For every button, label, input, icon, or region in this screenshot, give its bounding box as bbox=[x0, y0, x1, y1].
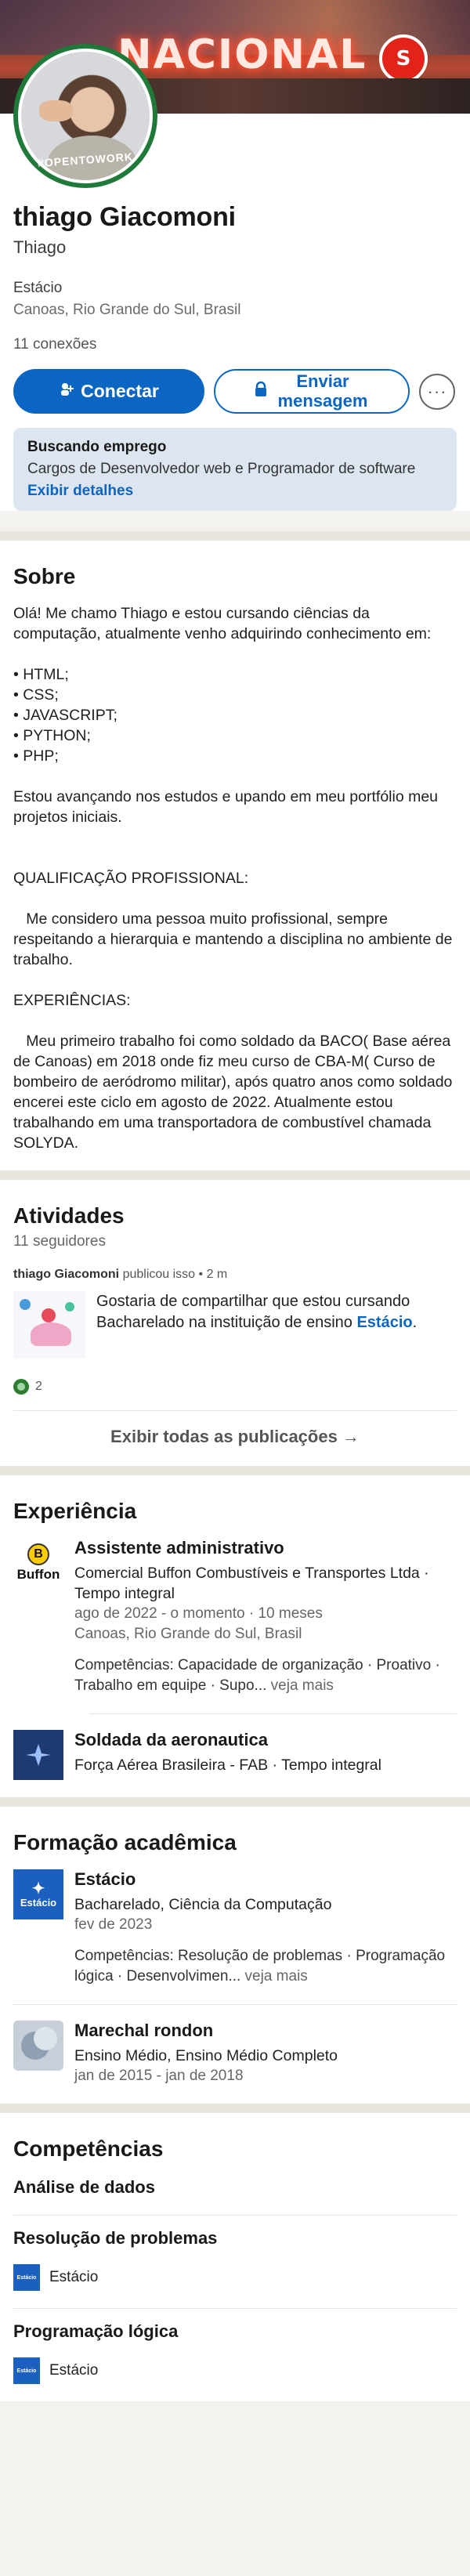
estacio-logo-icon: Estácio bbox=[13, 2357, 40, 2384]
add-person-icon bbox=[59, 381, 74, 402]
education-dates: jan de 2015 - jan de 2018 bbox=[74, 2068, 244, 2084]
post-text: Gostaria de compartilhar que estou cursa… bbox=[96, 1293, 418, 1331]
skills-section: Competências Análise de dados Resolução … bbox=[0, 2113, 470, 2401]
skill-name: Programação lógica bbox=[13, 2321, 179, 2341]
see-more-link[interactable]: veja mais bbox=[240, 1968, 308, 1984]
experience-skills: Competências: Capacidade de organização … bbox=[74, 1657, 440, 1694]
education-dates: fev de 2023 bbox=[74, 1916, 153, 1933]
experience-dates: ago de 2022 - o momento · 10 meses bbox=[74, 1605, 323, 1622]
education-school: Estácio bbox=[74, 1869, 136, 1889]
education-title: Formação acadêmica bbox=[13, 1830, 237, 1854]
show-all-posts-button[interactable]: Exibir todas as publicações → bbox=[13, 1410, 457, 1466]
experience-role: Soldada da aeronautica bbox=[74, 1730, 268, 1749]
education-degree: Bacharelado, Ciência da Computação bbox=[74, 1896, 332, 1913]
experience-item[interactable]: B Buffon Assistente administrativo Comer… bbox=[13, 1538, 457, 1713]
skill-name: Resolução de problemas bbox=[13, 2228, 218, 2248]
skill-source: Estácio Estácio bbox=[13, 2264, 457, 2291]
profile-headline: Thiago bbox=[13, 237, 67, 257]
education-school: Marechal rondon bbox=[74, 2021, 214, 2040]
send-message-button[interactable]: Enviar mensagem bbox=[214, 369, 410, 414]
reaction-count: 2 bbox=[35, 1380, 42, 1393]
estacio-logo-icon: Estácio bbox=[13, 2264, 40, 2291]
skills-title: Competências bbox=[13, 2136, 164, 2161]
cover-sign-text: NACIONAL bbox=[118, 31, 367, 78]
education-section: Formação acadêmica ✦ Estácio Estácio Bac… bbox=[0, 1807, 470, 2104]
club-emblem-icon: S bbox=[379, 34, 428, 83]
buffon-logo-icon: B Buffon bbox=[13, 1538, 63, 1588]
estacio-logo-icon: ✦ Estácio bbox=[13, 1869, 63, 1919]
activity-post[interactable]: Gostaria de compartilhar que estou cursa… bbox=[13, 1291, 457, 1359]
activity-section: Atividades 11 seguidores thiago Giacomon… bbox=[0, 1180, 470, 1466]
fab-logo-icon bbox=[13, 1730, 63, 1780]
experience-location: Canoas, Rio Grande do Sul, Brasil bbox=[74, 1626, 302, 1642]
see-more-link[interactable]: veja mais bbox=[266, 1677, 334, 1694]
post-meta: thiago Giacomoni publicou isso • 2 m bbox=[13, 1268, 457, 1282]
skill-item[interactable]: Resolução de problemas Estácio Estácio bbox=[13, 2216, 457, 2309]
profile-name: thiago Giacomoni bbox=[13, 202, 236, 232]
connections-count[interactable]: 11 conexões bbox=[13, 336, 457, 353]
send-message-label: Enviar mensagem bbox=[277, 371, 368, 411]
skill-source: Estácio Estácio bbox=[13, 2357, 457, 2384]
marechal-logo-icon bbox=[13, 2021, 63, 2071]
lock-icon bbox=[254, 381, 268, 401]
about-text: Olá! Me chamo Thiago e estou cursando ci… bbox=[13, 605, 453, 1152]
experience-section: Experiência B Buffon Assistente administ… bbox=[0, 1475, 470, 1797]
experience-item[interactable]: Soldada da aeronautica Força Aérea Brasi… bbox=[13, 1730, 457, 1797]
reaction-icon bbox=[13, 1379, 29, 1395]
skill-item[interactable]: Análise de dados bbox=[13, 2165, 457, 2216]
skill-name: Análise de dados bbox=[13, 2177, 155, 2197]
post-author[interactable]: thiago Giacomoni bbox=[13, 1268, 119, 1281]
post-reactions[interactable]: 2 bbox=[13, 1379, 457, 1410]
profile-actions: Conectar Enviar mensagem ··· bbox=[13, 369, 457, 428]
post-mention[interactable]: Estácio bbox=[356, 1314, 412, 1331]
post-action: publicou isso • 2 m bbox=[119, 1268, 228, 1281]
more-options-button[interactable]: ··· bbox=[419, 373, 455, 410]
post-thumbnail bbox=[13, 1291, 85, 1359]
job-search-title: Buscando emprego bbox=[27, 439, 167, 455]
education-item[interactable]: Marechal rondon Ensino Médio, Ensino Méd… bbox=[13, 2021, 457, 2104]
about-section: Sobre Olá! Me chamo Thiago e estou cursa… bbox=[0, 541, 470, 1170]
profile-education[interactable]: Estácio bbox=[13, 280, 457, 297]
show-details-link[interactable]: Exibir detalhes bbox=[27, 483, 443, 500]
connect-button[interactable]: Conectar bbox=[13, 369, 204, 414]
experience-role: Assistente administrativo bbox=[74, 1538, 284, 1558]
open-to-work-box[interactable]: Buscando emprego Cargos de Desenvolvedor… bbox=[13, 428, 457, 511]
profile-card: NACIONAL S #OPENTOWORK thiago Giacomoni … bbox=[0, 0, 470, 511]
about-title: Sobre bbox=[13, 564, 76, 588]
job-search-roles: Cargos de Desenvolvedor web e Programado… bbox=[27, 461, 416, 477]
experience-company: Força Aérea Brasileira - FAB · Tempo int… bbox=[74, 1757, 381, 1774]
education-skills: Competências: Resolução de problemas · P… bbox=[74, 1948, 446, 1984]
education-degree: Ensino Médio, Ensino Médio Completo bbox=[74, 2047, 338, 2064]
skill-item[interactable]: Programação lógica Estácio Estácio bbox=[13, 2309, 457, 2401]
experience-title: Experiência bbox=[13, 1499, 137, 1523]
connect-label: Conectar bbox=[81, 381, 159, 401]
experience-company: Comercial Buffon Combustíveis e Transpor… bbox=[74, 1565, 429, 1602]
education-item[interactable]: ✦ Estácio Estácio Bacharelado, Ciência d… bbox=[13, 1869, 457, 2004]
profile-location: Canoas, Rio Grande do Sul, Brasil bbox=[13, 302, 241, 318]
followers-count: 11 seguidores bbox=[13, 1233, 106, 1250]
